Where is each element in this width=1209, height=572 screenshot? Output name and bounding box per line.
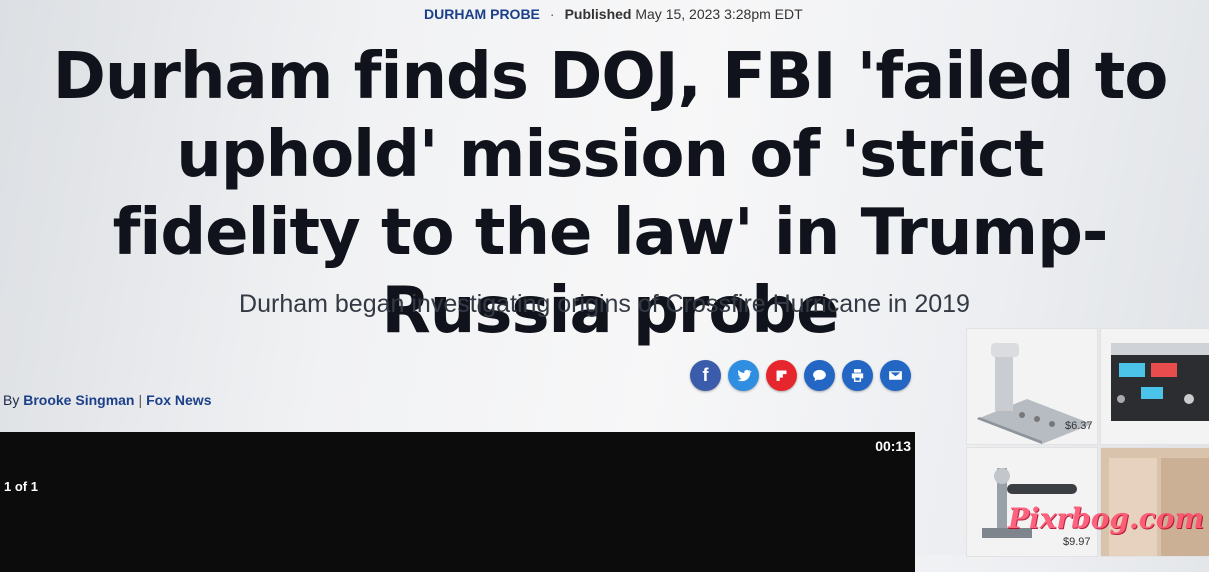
flipboard-icon [776, 370, 787, 381]
comment-icon [813, 369, 826, 382]
email-icon [889, 371, 902, 380]
ad-tile-power-supply[interactable] [1100, 328, 1209, 445]
byline-separator: | [138, 392, 143, 408]
print-icon [851, 369, 864, 382]
ad-price: $9.97 [1063, 536, 1091, 548]
subheadline: Durham began investigating origins of Cr… [239, 290, 970, 318]
email-share-button[interactable] [880, 360, 911, 391]
video-player[interactable]: 00:13 1 of 1 [0, 432, 915, 572]
ad-price: $6.37 [1065, 420, 1093, 432]
watermark: Pixrbog.com [1008, 502, 1205, 535]
category-link[interactable]: DURHAM PROBE [424, 6, 540, 22]
share-buttons: f [690, 360, 911, 391]
byline-prefix: By [3, 392, 20, 408]
byline: By Brooke Singman | Fox News [3, 392, 211, 408]
outlet-link[interactable]: Fox News [146, 392, 211, 408]
twitter-share-button[interactable] [728, 360, 759, 391]
print-button[interactable] [842, 360, 873, 391]
published-date: May 15, 2023 3:28pm EDT [635, 6, 803, 22]
published-label: Published [564, 6, 632, 22]
video-time: 00:13 [875, 438, 911, 454]
video-counter: 1 of 1 [4, 479, 38, 494]
article-meta: DURHAM PROBE · Published May 15, 2023 3:28… [424, 6, 803, 22]
power-supply-image [1111, 343, 1209, 421]
facebook-icon: f [702, 365, 709, 385]
ad-tile-tool-stand[interactable]: $6.37 [966, 328, 1098, 445]
meta-separator: · [549, 6, 555, 22]
flipboard-share-button[interactable] [766, 360, 797, 391]
comments-button[interactable] [804, 360, 835, 391]
author-link[interactable]: Brooke Singman [23, 392, 134, 408]
facebook-share-button[interactable]: f [690, 360, 721, 391]
twitter-icon [737, 369, 752, 382]
